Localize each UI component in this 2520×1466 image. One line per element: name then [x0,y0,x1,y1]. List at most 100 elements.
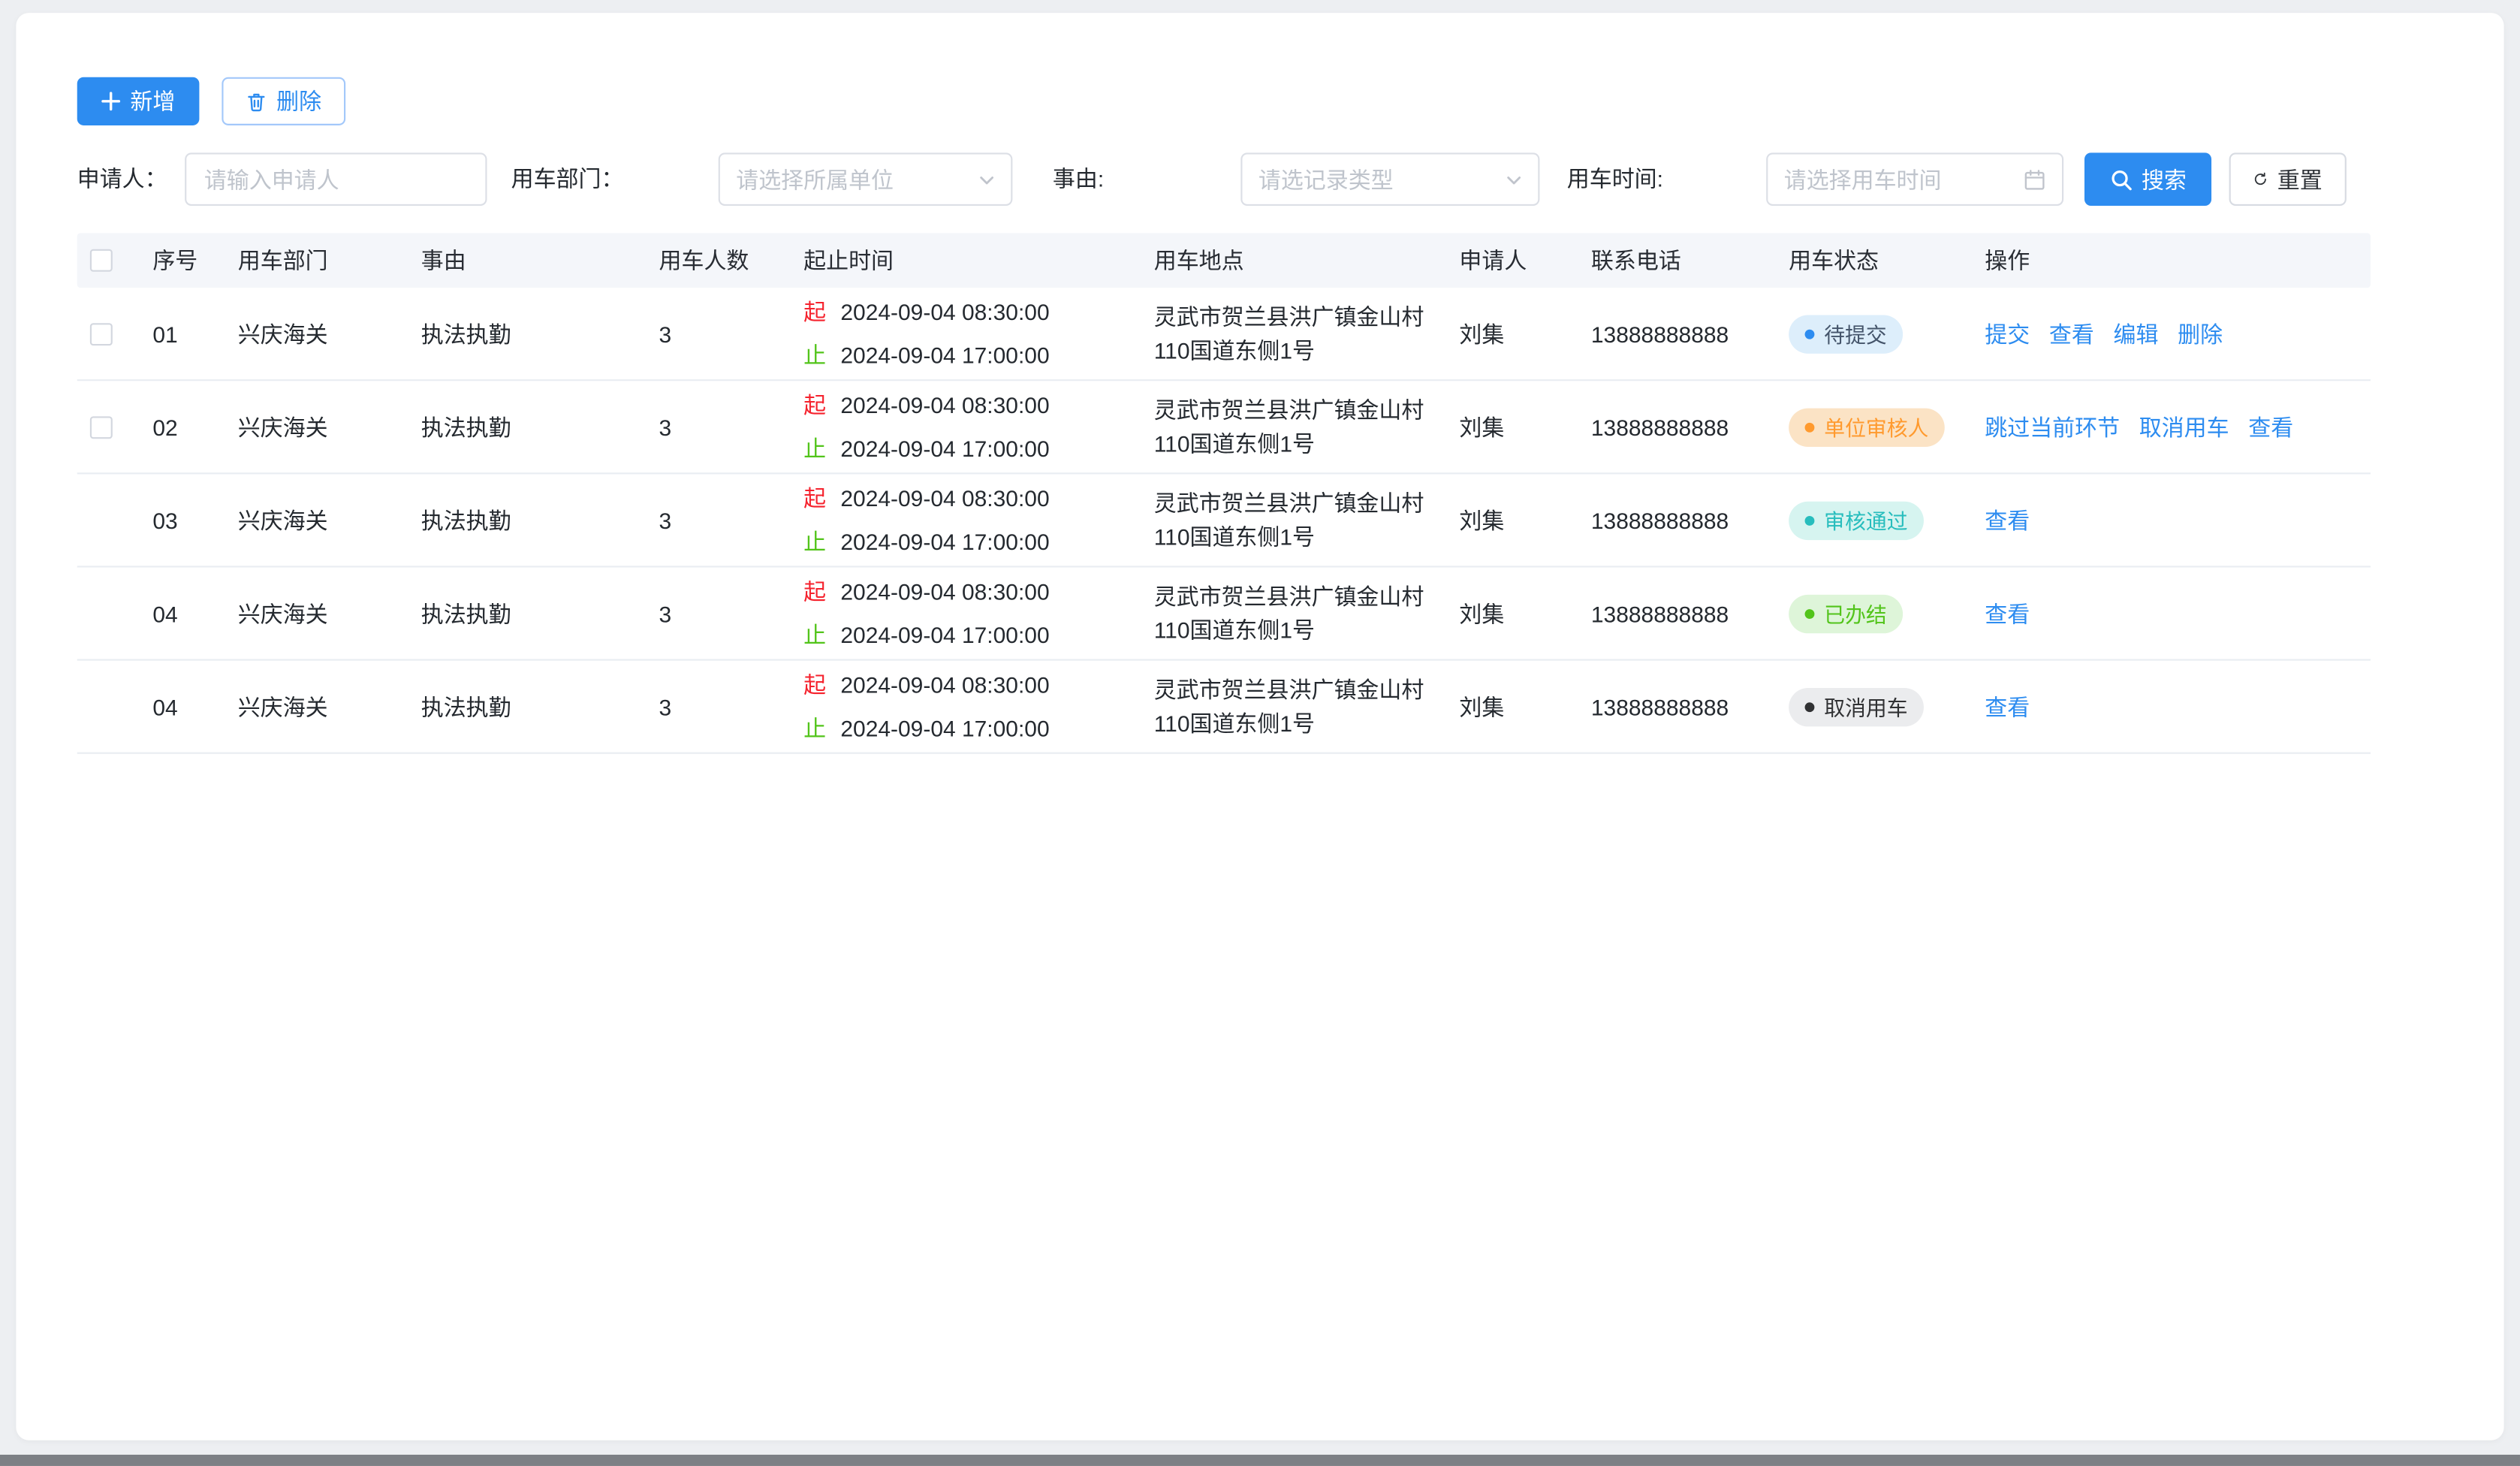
start-label: 起 [803,383,826,427]
row-location: 灵武市贺兰县洪广镇金山村110国道东侧1号 [1154,393,1460,460]
row-location: 灵武市贺兰县洪广镇金山村110国道东侧1号 [1154,486,1460,554]
row-applicant: 刘集 [1459,597,1591,629]
row-status-cell: 取消用车 [1789,687,1985,725]
row-applicant: 刘集 [1459,411,1591,443]
start-label: 起 [803,477,826,520]
row-phone: 13888888888 [1591,321,1789,346]
row-location: 灵武市贺兰县洪广镇金山村110国道东侧1号 [1154,673,1460,741]
table-row: 02兴庆海关执法执勤3起2024-09-04 08:30:00止2024-09-… [77,381,2371,474]
time-end-line: 止2024-09-04 17:00:00 [803,520,1154,563]
row-actions: 查看 [1985,690,2371,722]
add-button[interactable]: 新增 [77,77,200,125]
action-link[interactable]: 提交 [1985,321,2030,346]
row-department: 兴庆海关 [238,597,421,629]
end-time: 2024-09-04 17:00:00 [840,427,1049,470]
search-button-label: 搜索 [2142,163,2187,195]
time-start-line: 起 2024-09-04 08:30:00 [803,383,1154,427]
content-card: 新增 删除 申请人： 用车部门： 请选择所属单位 事由: 请选记录类型 用车时间… [16,13,2503,1440]
department-select[interactable]: 请选择所属单位 [719,152,1013,206]
time-picker-placeholder: 请选择用车时间 [1784,163,1942,195]
row-checkbox[interactable] [90,415,113,438]
status-badge: 审核通过 [1789,501,1924,539]
time-end-line: 止2024-09-04 17:00:00 [803,614,1154,657]
row-phone: 13888888888 [1591,600,1789,626]
department-select-placeholder: 请选择所属单位 [736,163,894,195]
row-department: 兴庆海关 [238,690,421,722]
start-time: 2024-09-04 08:30:00 [840,477,1049,520]
time-label: 用车时间: [1567,152,1663,206]
row-time-range: 起2024-09-04 08:30:00止 2024-09-04 17:00:00 [803,663,1154,750]
status-dot-icon [1805,515,1815,525]
action-link[interactable]: 跳过当前环节 [1985,414,2120,439]
row-department: 兴庆海关 [238,504,421,536]
row-time-range: 起2024-09-04 08:30:00止2024-09-04 17:00:00 [803,570,1154,657]
status-badge: 已办结 [1789,594,1903,632]
time-start-line: 起 2024-09-04 08:30:00 [803,290,1154,333]
row-reason: 执法执勤 [421,504,659,536]
action-link[interactable]: 查看 [2248,414,2293,439]
status-dot-icon [1805,422,1815,432]
row-index: 04 [152,694,237,719]
status-label: 已办结 [1824,598,1887,629]
table-row: 04兴庆海关执法执勤3起2024-09-04 08:30:00止2024-09-… [77,661,2371,754]
time-end-line: 止2024-09-04 17:00:00 [803,333,1154,377]
time-picker[interactable]: 请选择用车时间 [1766,152,2063,206]
start-time: 2024-09-04 08:30:00 [840,383,1049,427]
row-phone: 13888888888 [1591,414,1789,439]
end-label: 止 [803,520,826,563]
reset-button[interactable]: 重置 [2229,152,2347,206]
row-status-cell: 审核通过 [1789,501,1985,539]
chevron-down-icon [978,171,994,187]
column-header: 申请人 [1459,244,1591,276]
data-table: 序号用车部门事由用车人数起止时间用车地点申请人联系电话用车状态操作 01兴庆海关… [77,233,2371,753]
row-phone: 13888888888 [1591,694,1789,719]
row-time-range: 起 2024-09-04 08:30:00止2024-09-04 17:00:00 [803,290,1154,377]
action-link[interactable]: 查看 [2049,321,2094,346]
status-badge: 单位审核人 [1789,408,1945,446]
row-department: 兴庆海关 [238,318,421,350]
table-row: 03兴庆海关执法执勤3起2024-09-04 08:30:00止2024-09-… [77,474,2371,567]
calendar-icon [2024,168,2046,191]
toolbar: 新增 删除 [77,77,345,125]
select-all-checkbox[interactable] [90,249,113,272]
table-header-row: 序号用车部门事由用车人数起止时间用车地点申请人联系电话用车状态操作 [77,233,2371,288]
row-phone: 13888888888 [1591,507,1789,532]
start-time: 2024-09-04 08:30:00 [840,290,1049,333]
action-link[interactable]: 编辑 [2113,321,2158,346]
action-link[interactable]: 查看 [1985,507,2030,532]
chevron-down-icon [1506,171,1521,187]
row-people-count: 3 [659,600,804,626]
row-actions: 跳过当前环节取消用车查看 [1985,411,2371,443]
column-header: 联系电话 [1591,244,1789,276]
table-row: 04兴庆海关执法执勤3起2024-09-04 08:30:00止2024-09-… [77,568,2371,661]
row-reason: 执法执勤 [421,318,659,350]
search-button[interactable]: 搜索 [2084,152,2211,206]
action-link[interactable]: 删除 [2178,321,2223,346]
row-applicant: 刘集 [1459,504,1591,536]
reset-button-label: 重置 [2277,163,2323,195]
row-checkbox[interactable] [90,322,113,345]
column-header: 序号 [152,244,237,276]
start-label: 起 [803,663,826,707]
reason-select[interactable]: 请选记录类型 [1240,152,1539,206]
action-link[interactable]: 查看 [1985,600,2030,626]
action-link[interactable]: 查看 [1985,694,2030,719]
start-label: 起 [803,290,826,333]
time-start-line: 起2024-09-04 08:30:00 [803,570,1154,614]
row-applicant: 刘集 [1459,318,1591,350]
time-start-line: 起2024-09-04 08:30:00 [803,663,1154,707]
row-status-cell: 已办结 [1789,594,1985,632]
action-link[interactable]: 取消用车 [2139,414,2229,439]
status-dot-icon [1805,701,1815,711]
status-badge: 待提交 [1789,314,1903,352]
row-index: 04 [152,600,237,626]
column-header: 操作 [1985,244,2371,276]
status-dot-icon [1805,608,1815,618]
row-applicant: 刘集 [1459,690,1591,722]
end-label: 止 [803,333,826,377]
end-label: 止 [803,707,826,750]
end-time: 2024-09-04 17:00:00 [840,707,1049,750]
delete-button[interactable]: 删除 [222,77,345,125]
row-index: 02 [152,414,237,439]
applicant-input[interactable] [185,152,487,206]
